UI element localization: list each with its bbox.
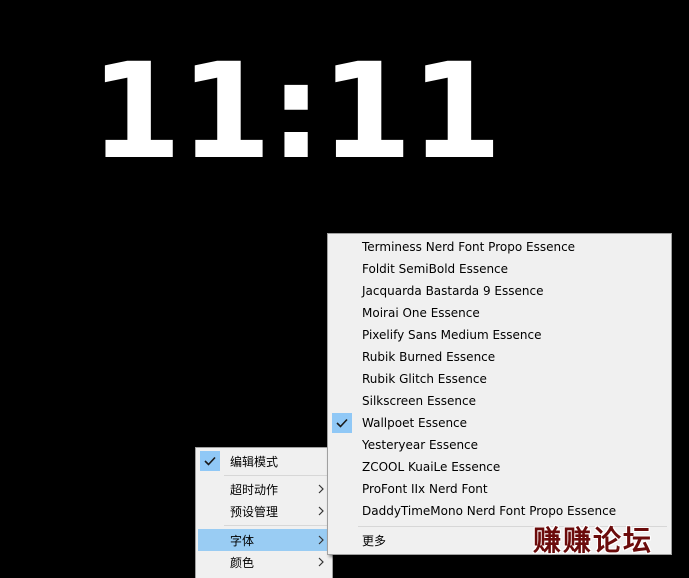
font-submenu: Terminess Nerd Font Propo Essence Foldit… [327, 233, 672, 555]
font-item[interactable]: Jacquarda Bastarda 9 Essence [330, 280, 669, 302]
menu-item-edit-mode[interactable]: 编辑模式 [198, 450, 330, 472]
menu-item-color[interactable]: 颜色 [198, 551, 330, 573]
font-item-label: Jacquarda Bastarda 9 Essence [362, 284, 544, 298]
font-item-label: Foldit SemiBold Essence [362, 262, 509, 276]
menu-item-label: 预设管理 [230, 504, 279, 519]
check-icon [200, 451, 220, 471]
font-item[interactable]: Yesteryear Essence [330, 434, 669, 456]
font-item-label: Rubik Glitch Essence [362, 372, 487, 386]
menu-item-label: 超时动作 [230, 482, 279, 497]
font-item[interactable]: Pixelify Sans Medium Essence [330, 324, 669, 346]
clock-display: 11:11 [90, 35, 502, 189]
font-item-label: 更多 [362, 533, 387, 548]
check-icon [332, 413, 352, 433]
font-item-label: Pixelify Sans Medium Essence [362, 328, 542, 342]
watermark-logo: 赚赚论坛 [533, 524, 654, 557]
menu-item-label: 颜色 [230, 555, 255, 570]
menu-item-preset-manage[interactable]: 预设管理 [198, 500, 330, 522]
chevron-right-icon [318, 484, 324, 494]
font-item-label: Wallpoet Essence [362, 416, 468, 430]
font-item-label: Terminess Nerd Font Propo Essence [362, 240, 576, 254]
font-item-label: ZCOOL KuaiLe Essence [362, 460, 501, 474]
menu-separator [224, 525, 330, 526]
chevron-right-icon [318, 557, 324, 567]
context-menu: 编辑模式 超时动作 预设管理 字体 颜色 [195, 447, 333, 578]
font-item[interactable]: Rubik Burned Essence [330, 346, 669, 368]
menu-item-font[interactable]: 字体 [198, 529, 330, 551]
font-item[interactable]: Foldit SemiBold Essence [330, 258, 669, 280]
chevron-right-icon [318, 506, 324, 516]
menu-item-label: 编辑模式 [230, 454, 279, 469]
font-item-label: DaddyTimeMono Nerd Font Propo Essence [362, 504, 617, 518]
font-item-label: Yesteryear Essence [362, 438, 479, 452]
font-item[interactable]: ProFont IIx Nerd Font [330, 478, 669, 500]
font-item-label: ProFont IIx Nerd Font [362, 482, 488, 496]
font-item[interactable]: Silkscreen Essence [330, 390, 669, 412]
menu-item-label: 字体 [230, 533, 255, 548]
font-item-label: Silkscreen Essence [362, 394, 476, 408]
font-item[interactable]: Terminess Nerd Font Propo Essence [330, 236, 669, 258]
font-item[interactable]: Rubik Glitch Essence [330, 368, 669, 390]
menu-separator [224, 475, 330, 476]
font-item-label: Rubik Burned Essence [362, 350, 496, 364]
font-item-label: Moirai One Essence [362, 306, 480, 320]
font-item[interactable]: Moirai One Essence [330, 302, 669, 324]
menu-item-timeout-action[interactable]: 超时动作 [198, 478, 330, 500]
font-item-selected[interactable]: Wallpoet Essence [330, 412, 669, 434]
chevron-right-icon [318, 535, 324, 545]
font-item[interactable]: ZCOOL KuaiLe Essence [330, 456, 669, 478]
